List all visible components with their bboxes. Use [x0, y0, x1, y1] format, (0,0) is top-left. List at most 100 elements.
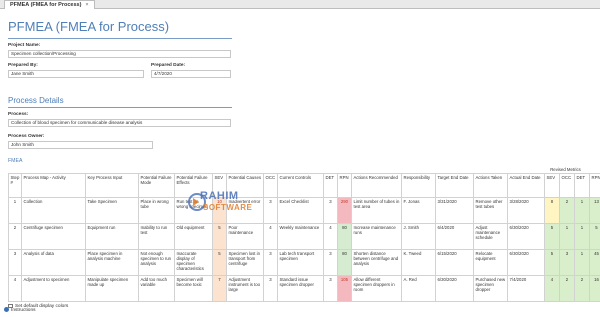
failure-effects-cell[interactable]: Inaccurate display of specimen character… — [174, 249, 213, 276]
actions-taken-cell[interactable]: Remove other test tubes — [473, 197, 508, 224]
revised-occ-cell[interactable]: 2 — [559, 275, 575, 302]
revised-det-cell[interactable]: 2 — [574, 275, 590, 302]
failure-mode-cell[interactable]: Not enough specimen to run analysis — [138, 249, 175, 276]
controls-cell[interactable]: Weekly maintenance — [277, 223, 324, 250]
col-header[interactable]: RPN — [337, 173, 352, 198]
col-header[interactable]: RPN — [589, 173, 600, 198]
target-date-cell[interactable]: 6/4/2020 — [435, 223, 474, 250]
activity-cell[interactable]: Centrifuge specimen — [21, 223, 86, 250]
actions-cell[interactable]: Allow different specimen droppers in roo… — [351, 275, 402, 302]
col-header[interactable]: Target End Date — [435, 173, 474, 198]
col-header[interactable]: Step # — [8, 173, 22, 198]
actual-date-cell[interactable]: 6/30/2020 — [507, 223, 545, 250]
step-cell[interactable]: 2 — [8, 223, 22, 250]
col-header[interactable]: Actions Recommended — [351, 173, 402, 198]
causes-cell[interactable]: Poor maintenance — [226, 223, 264, 250]
revised-sev-cell[interactable]: 5 — [544, 223, 560, 250]
actions-taken-cell[interactable]: Purchased new specimen dropper — [473, 275, 508, 302]
revised-rpn-cell[interactable]: 5 — [589, 223, 600, 250]
table-row[interactable]: 2 Centrifuge specimen Equipment run Inab… — [8, 223, 600, 250]
process-owner-field[interactable]: John Smith — [8, 141, 153, 149]
close-tab-icon[interactable]: × — [85, 2, 88, 8]
revised-rpn-cell[interactable]: 16 — [589, 275, 600, 302]
revised-rpn-cell[interactable]: 13 — [589, 197, 600, 224]
project-name-field[interactable]: Specimen collection/Processing — [8, 50, 231, 58]
revised-occ-cell[interactable]: 3 — [559, 249, 575, 276]
input-cell[interactable]: Equipment run — [85, 223, 139, 250]
revised-det-cell[interactable]: 1 — [574, 197, 590, 224]
rpn-cell[interactable]: 290 — [337, 197, 352, 224]
table-row[interactable]: 3 Analysis of data Place specimen in ana… — [8, 249, 600, 276]
det-cell[interactable]: 3 — [323, 275, 338, 302]
controls-cell[interactable]: Lab tech transport specimen — [277, 249, 324, 276]
col-header[interactable]: DET — [574, 173, 590, 198]
step-cell[interactable]: 1 — [8, 197, 22, 224]
step-cell[interactable]: 3 — [8, 249, 22, 276]
rpn-cell[interactable]: 80 — [337, 223, 352, 250]
revised-rpn-cell[interactable]: 45 — [589, 249, 600, 276]
actual-date-cell[interactable]: 7/4/2020 — [507, 275, 545, 302]
revised-occ-cell[interactable]: 1 — [559, 223, 575, 250]
revised-det-cell[interactable]: 1 — [574, 223, 590, 250]
activity-cell[interactable]: Analysis of data — [21, 249, 86, 276]
process-field[interactable]: Collection of blood specimen for communi… — [8, 119, 231, 127]
rpn-cell[interactable]: 80 — [337, 249, 352, 276]
responsibility-cell[interactable]: J. Smith — [401, 223, 436, 250]
responsibility-cell[interactable]: A. Red — [401, 275, 436, 302]
col-header[interactable]: Responsibility — [401, 173, 436, 198]
occ-cell[interactable]: 4 — [263, 223, 278, 250]
activity-cell[interactable]: Adjustment to specimen — [21, 275, 86, 302]
failure-mode-cell[interactable]: Add too much variable — [138, 275, 175, 302]
actions-cell[interactable]: Increase maintenance runs — [351, 223, 402, 250]
prepared-date-field[interactable]: 4/7/2020 — [151, 70, 231, 78]
controls-cell[interactable]: Excel Checklist — [277, 197, 324, 224]
occ-cell[interactable]: 3 — [263, 197, 278, 224]
col-header[interactable]: OCC — [559, 173, 575, 198]
instructions-link[interactable]: Instructions — [4, 307, 36, 313]
actions-cell[interactable]: Shorten distance between centrifuge and … — [351, 249, 402, 276]
causes-cell[interactable]: Specimen lost in transport from centrifu… — [226, 249, 264, 276]
col-header[interactable]: Key Process Input — [85, 173, 139, 198]
revised-sev-cell[interactable]: 8 — [544, 197, 560, 224]
prepared-by-field[interactable]: Jane Smith — [8, 70, 144, 78]
occ-cell[interactable]: 3 — [263, 249, 278, 276]
input-cell[interactable]: Take Specimen — [85, 197, 139, 224]
actions-cell[interactable]: Limit number of tubes in test area — [351, 197, 402, 224]
responsibility-cell[interactable]: K. Tweed — [401, 249, 436, 276]
sev-cell[interactable]: 7 — [212, 275, 227, 302]
revised-sev-cell[interactable]: 5 — [544, 249, 560, 276]
failure-mode-cell[interactable]: Inability to run test — [138, 223, 175, 250]
occ-cell[interactable]: 3 — [263, 275, 278, 302]
table-row[interactable]: 4 Adjustment to specimen Manipulate spec… — [8, 275, 600, 302]
controls-cell[interactable]: Standard issue specimen dropper — [277, 275, 324, 302]
sev-cell[interactable]: 5 — [212, 223, 227, 250]
failure-effects-cell[interactable]: Specimen will become toxic — [174, 275, 213, 302]
col-header[interactable]: OCC — [263, 173, 278, 198]
target-date-cell[interactable]: 6/30/2020 — [435, 275, 474, 302]
causes-cell[interactable]: Adjustment instrument is too large — [226, 275, 264, 302]
col-header[interactable]: Actual End Date — [507, 173, 545, 198]
responsibility-cell[interactable]: F. Jonas — [401, 197, 436, 224]
revised-det-cell[interactable]: 1 — [574, 249, 590, 276]
rpn-cell[interactable]: 105 — [337, 275, 352, 302]
failure-effects-cell[interactable]: Old equipment — [174, 223, 213, 250]
target-date-cell[interactable]: 3/31/2020 — [435, 197, 474, 224]
actions-taken-cell[interactable]: Adjust maintenance schedule — [473, 223, 508, 250]
actions-taken-cell[interactable]: Relocate equipment — [473, 249, 508, 276]
det-cell[interactable]: 3 — [323, 249, 338, 276]
sev-cell[interactable]: 5 — [212, 249, 227, 276]
col-header[interactable]: SEV — [544, 173, 560, 198]
actual-date-cell[interactable]: 6/30/2020 — [507, 249, 545, 276]
det-cell[interactable]: 3 — [323, 197, 338, 224]
input-cell[interactable]: Manipulate specimen made up — [85, 275, 139, 302]
activity-cell[interactable]: Collection — [21, 197, 86, 224]
tab-pfmea[interactable]: PFMEA (FMEA for Process) × — [4, 0, 95, 9]
col-header[interactable]: DET — [323, 173, 338, 198]
det-cell[interactable]: 4 — [323, 223, 338, 250]
revised-sev-cell[interactable]: 4 — [544, 275, 560, 302]
col-header[interactable]: Process Map - Activity — [21, 173, 86, 198]
table-row[interactable]: 1 Collection Take Specimen Place in wron… — [8, 197, 600, 224]
col-header[interactable]: Actions Taken — [473, 173, 508, 198]
revised-occ-cell[interactable]: 2 — [559, 197, 575, 224]
input-cell[interactable]: Place specimen in analysis machine — [85, 249, 139, 276]
